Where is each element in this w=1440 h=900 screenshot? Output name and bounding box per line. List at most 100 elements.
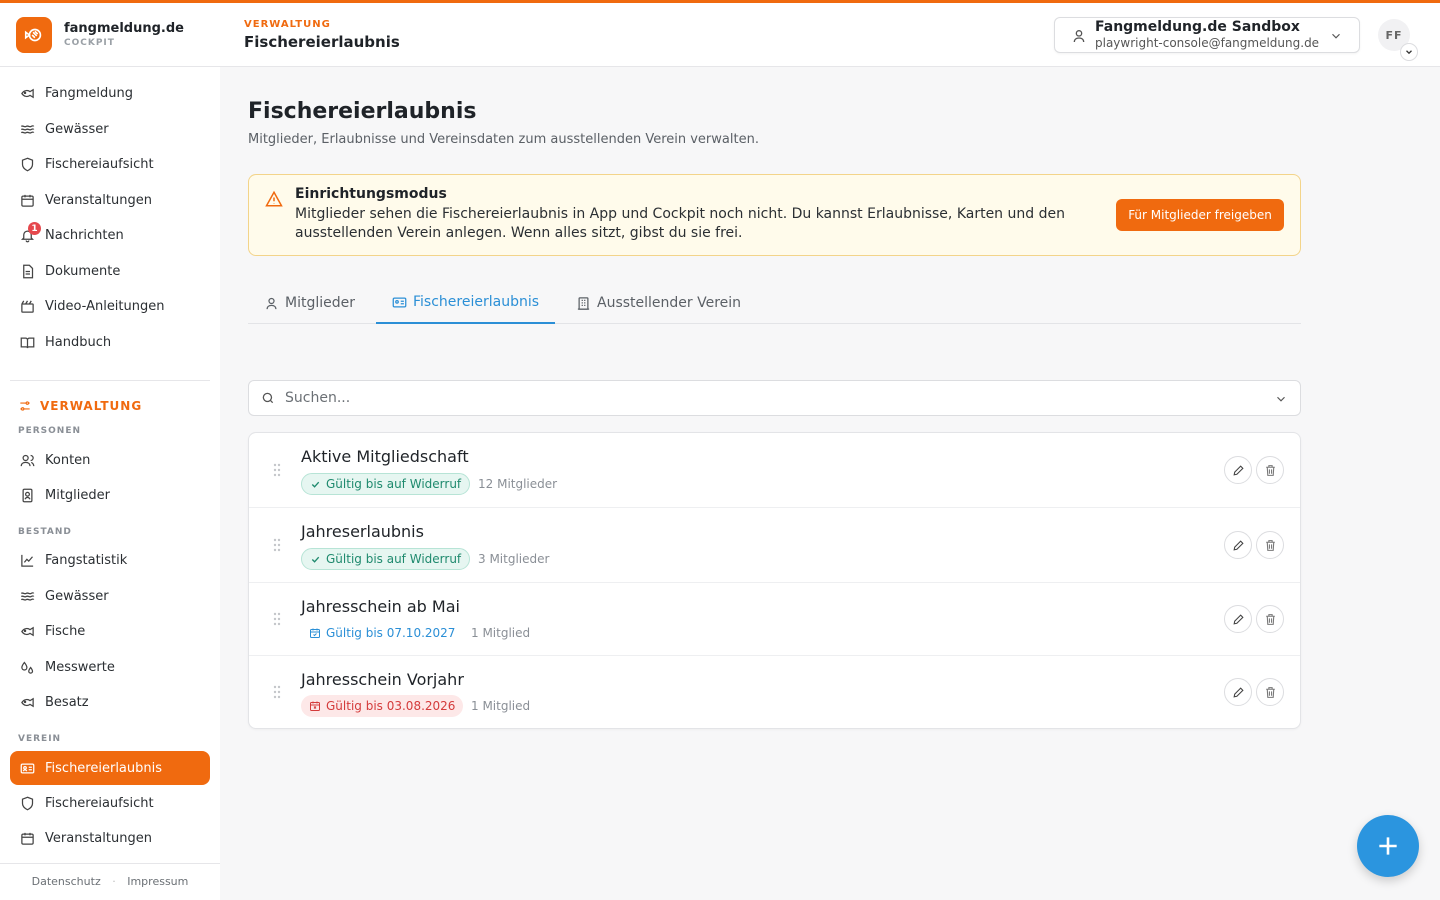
add-permit-button[interactable] [1357, 815, 1419, 877]
drag-handle-icon[interactable] [273, 612, 281, 626]
sidebar-item-veranstaltungen[interactable]: Veranstaltungen [10, 183, 210, 217]
list-item[interactable]: Aktive Mitgliedschaft Gültig bis auf Wid… [249, 433, 1300, 508]
list-item[interactable]: Jahresschein ab Mai Gültig bis 07.10.202… [249, 583, 1300, 656]
top-header: fangmeldung.de COCKPIT VERWALTUNG Fische… [0, 3, 1440, 67]
sidebar-item-label: Fischereierlaubnis [45, 760, 163, 776]
user-icon [266, 297, 277, 309]
document-icon [23, 264, 34, 278]
sidebar-item-messwerte[interactable]: Messwerte [10, 650, 210, 684]
sidebar-item-fischereiaufsicht[interactable]: Fischereiaufsicht [10, 147, 210, 181]
sidebar-item-label: Video-Anleitungen [45, 298, 165, 314]
sidebar-item-label: Fangstatistik [45, 552, 128, 568]
privacy-link[interactable]: Datenschutz [32, 875, 101, 888]
sidebar-item-label: Gewässer [45, 588, 109, 604]
validity-badge: Gültig bis 03.08.2026 [301, 695, 464, 717]
delete-button[interactable] [1256, 605, 1284, 633]
shield-icon [21, 796, 34, 810]
sidebar-item-fische[interactable]: Fische [10, 614, 210, 648]
edit-button[interactable] [1224, 531, 1252, 559]
tab-bar: Mitglieder Fischereierlaubnis Ausstellen… [248, 282, 1301, 324]
account-org-name: Fangmeldung.de Sandbox [1095, 19, 1300, 35]
pencil-icon [1232, 686, 1244, 698]
sidebar-item-dokumente[interactable]: Dokumente [10, 254, 210, 288]
sidebar-item-nachrichten[interactable]: 1 Nachrichten [10, 218, 210, 252]
imprint-link[interactable]: Impressum [127, 875, 188, 888]
validity-text: Gültig bis 03.08.2026 [326, 699, 456, 713]
waves-icon [20, 124, 35, 134]
tab-mitglieder[interactable]: Mitglieder [264, 282, 355, 324]
edit-button[interactable] [1224, 605, 1252, 633]
member-card-icon [22, 488, 33, 502]
edit-button[interactable] [1224, 678, 1252, 706]
member-count: 1 Mitglied [471, 626, 531, 640]
brand-name: fangmeldung.de [64, 21, 184, 36]
avatar-menu-toggle[interactable] [1400, 43, 1418, 61]
shield-icon [21, 157, 34, 171]
sidebar-item-label: Fischereiaufsicht [45, 156, 154, 172]
list-item[interactable]: Jahresschein Vorjahr Gültig bis 03.08.20… [249, 656, 1300, 728]
delete-button[interactable] [1256, 678, 1284, 706]
sidebar-item-gewaesser-bestand[interactable]: Gewässer [10, 579, 210, 613]
permit-title: Jahresschein ab Mai [301, 597, 460, 616]
sidebar-group-verein: VEREIN [18, 734, 62, 744]
fish-logo-icon [24, 28, 42, 42]
sidebar-footer: Datenschutz · Impressum [0, 875, 220, 888]
sidebar-item-mitglieder[interactable]: Mitglieder [10, 478, 210, 512]
tab-label: Fischereierlaubnis [413, 294, 540, 310]
member-count: 3 Mitglieder [478, 552, 550, 566]
release-for-members-button[interactable]: Für Mitglieder freigeben [1116, 199, 1284, 231]
account-switcher[interactable]: Fangmeldung.de Sandbox playwright-consol… [1054, 17, 1360, 53]
sidebar-item-video-anleitungen[interactable]: Video-Anleitungen [10, 289, 210, 323]
id-card-icon [392, 297, 407, 307]
plus-icon [1379, 837, 1397, 855]
tab-ausstellender-verein[interactable]: Ausstellender Verein [576, 282, 741, 324]
sidebar-item-veranstaltungen-verein[interactable]: Veranstaltungen [10, 821, 210, 855]
member-count: 1 Mitglied [471, 699, 531, 713]
sidebar-item-handbuch[interactable]: Handbuch [10, 325, 210, 359]
sidebar-divider [10, 380, 210, 381]
edit-button[interactable] [1224, 456, 1252, 484]
member-count: 12 Mitglieder [478, 477, 558, 491]
fish-icon [21, 626, 34, 636]
drag-handle-icon[interactable] [273, 463, 281, 477]
sidebar-item-fangmeldung[interactable]: Fangmeldung [10, 76, 210, 110]
sidebar-item-label: Fische [45, 623, 86, 639]
calendar-check-icon [310, 628, 320, 638]
header-section-label: VERWALTUNG [244, 19, 331, 30]
sidebar-item-label: Veranstaltungen [45, 830, 152, 846]
sidebar: Fangmeldung Gewässer Fischereiaufsicht V… [0, 67, 220, 900]
sidebar-item-konten[interactable]: Konten [10, 443, 210, 477]
brand-logo[interactable] [16, 17, 52, 53]
check-icon [311, 556, 320, 563]
tab-label: Mitglieder [285, 295, 355, 311]
search-box[interactable] [248, 380, 1301, 416]
tab-label: Ausstellender Verein [597, 295, 742, 311]
delete-button[interactable] [1256, 456, 1284, 484]
sidebar-item-label: Mitglieder [45, 487, 110, 503]
sidebar-item-fischereierlaubnis[interactable]: Fischereierlaubnis [10, 751, 210, 785]
account-email: playwright-console@fangmeldung.de [1095, 36, 1320, 50]
sliders-icon [20, 401, 30, 411]
delete-button[interactable] [1256, 531, 1284, 559]
search-input[interactable] [285, 387, 1245, 409]
list-item[interactable]: Jahreserlaubnis Gültig bis auf Widerruf … [249, 508, 1300, 583]
validity-badge: Gültig bis auf Widerruf [301, 548, 471, 570]
drag-handle-icon[interactable] [273, 538, 281, 552]
sidebar-item-besatz[interactable]: Besatz [10, 685, 210, 719]
video-icon [21, 300, 34, 313]
sidebar-footer-divider [0, 863, 220, 864]
chevron-down-icon [1332, 33, 1340, 39]
chevron-down-icon[interactable] [1274, 392, 1288, 406]
sidebar-admin-header[interactable]: VERWALTUNG [18, 399, 142, 413]
pencil-icon [1232, 464, 1244, 476]
validity-badge: Gültig bis 07.10.2027 [301, 622, 463, 644]
trash-icon [1265, 686, 1275, 698]
tab-fischereierlaubnis[interactable]: Fischereierlaubnis [376, 282, 556, 324]
id-card-icon [20, 763, 35, 773]
sidebar-item-fischereiaufsicht-verein[interactable]: Fischereiaufsicht [10, 786, 210, 820]
sidebar-item-gewaesser[interactable]: Gewässer [10, 112, 210, 146]
permit-list: Aktive Mitgliedschaft Gültig bis auf Wid… [248, 432, 1301, 729]
alert-text: Mitglieder sehen die Fischereierlaubnis … [295, 206, 1065, 241]
sidebar-item-fangstatistik[interactable]: Fangstatistik [10, 543, 210, 577]
drag-handle-icon[interactable] [273, 685, 281, 699]
